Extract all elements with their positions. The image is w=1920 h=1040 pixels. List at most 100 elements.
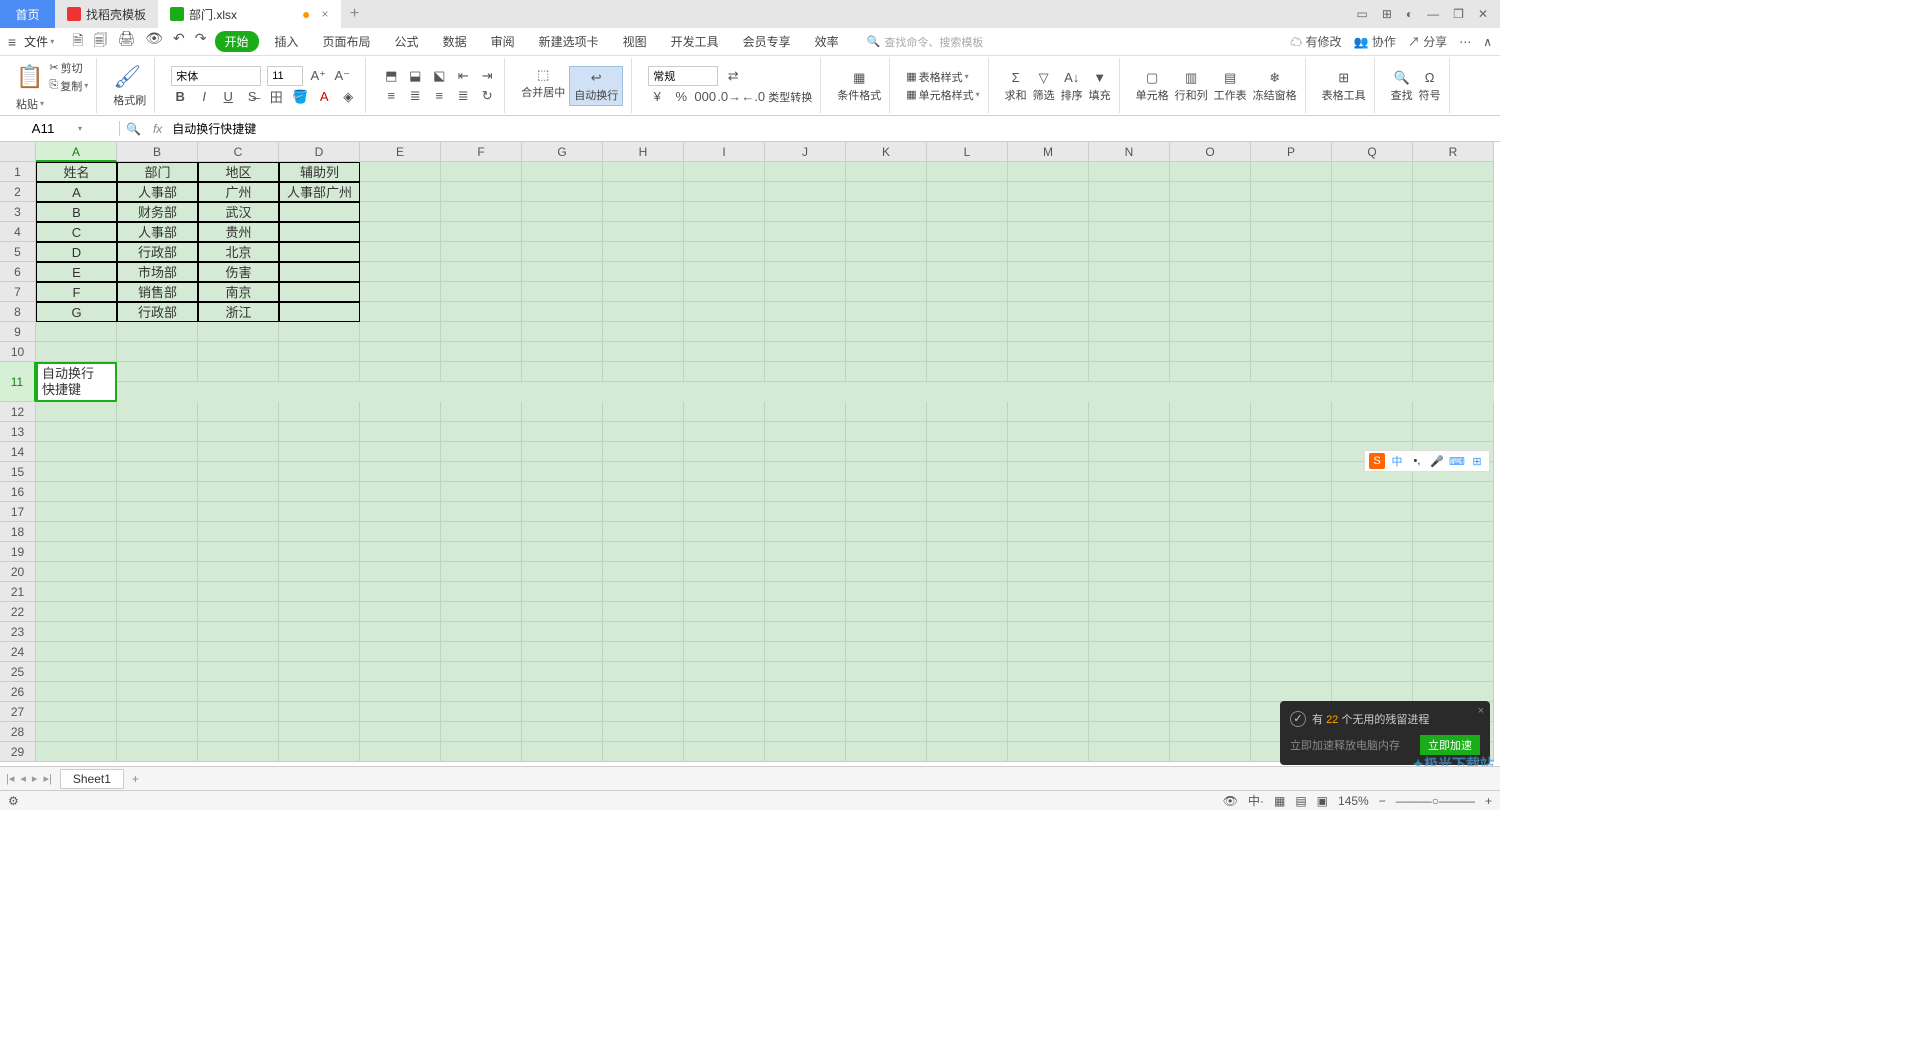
cell[interactable] xyxy=(1332,562,1413,582)
cell[interactable] xyxy=(846,322,927,342)
row-header[interactable]: 16 xyxy=(0,482,36,502)
redo-icon[interactable]: ↷ xyxy=(195,30,207,54)
col-header[interactable]: K xyxy=(846,142,927,162)
cell[interactable] xyxy=(846,422,927,442)
cell[interactable] xyxy=(1089,242,1170,262)
cell[interactable] xyxy=(198,742,279,762)
row-header[interactable]: 26 xyxy=(0,682,36,702)
cell[interactable] xyxy=(117,602,198,622)
cell[interactable] xyxy=(522,622,603,642)
cell[interactable] xyxy=(1413,402,1494,422)
cell[interactable] xyxy=(1251,582,1332,602)
cell[interactable] xyxy=(1008,602,1089,622)
cell[interactable] xyxy=(765,742,846,762)
cell[interactable] xyxy=(684,302,765,322)
cell[interactable] xyxy=(1332,582,1413,602)
symbol-icon[interactable]: Ω xyxy=(1421,69,1439,87)
cell[interactable] xyxy=(441,742,522,762)
cell[interactable] xyxy=(1332,482,1413,502)
cell[interactable] xyxy=(522,582,603,602)
cell[interactable] xyxy=(360,542,441,562)
cell[interactable] xyxy=(279,462,360,482)
find-label[interactable]: 查找 xyxy=(1391,87,1413,103)
cell[interactable] xyxy=(846,642,927,662)
cell[interactable] xyxy=(279,542,360,562)
row-header[interactable]: 22 xyxy=(0,602,36,622)
cell[interactable] xyxy=(684,522,765,542)
cell-style-button[interactable]: ▦ 单元格样式▾ xyxy=(906,87,979,103)
cell[interactable] xyxy=(522,182,603,202)
cell[interactable] xyxy=(1170,342,1251,362)
cell[interactable] xyxy=(522,422,603,442)
cell[interactable] xyxy=(1413,282,1494,302)
select-all-corner[interactable] xyxy=(0,142,36,162)
cell[interactable] xyxy=(36,642,117,662)
cell[interactable] xyxy=(684,622,765,642)
cell[interactable] xyxy=(1251,662,1332,682)
sheet-label[interactable]: 工作表 xyxy=(1214,87,1247,103)
cell[interactable] xyxy=(1332,402,1413,422)
ime-kbd-icon[interactable]: ⌨ xyxy=(1449,453,1465,469)
font-name-select[interactable] xyxy=(171,66,261,86)
cell[interactable] xyxy=(927,422,1008,442)
cell[interactable] xyxy=(1170,562,1251,582)
cell[interactable] xyxy=(117,422,198,442)
cell[interactable] xyxy=(1008,462,1089,482)
cell[interactable] xyxy=(684,742,765,762)
cell[interactable] xyxy=(360,502,441,522)
cell[interactable] xyxy=(927,602,1008,622)
cell[interactable] xyxy=(1332,662,1413,682)
cell[interactable] xyxy=(117,402,198,422)
maximize-icon[interactable]: ❐ xyxy=(1453,7,1464,21)
row-header[interactable]: 9 xyxy=(0,322,36,342)
row-header[interactable]: 20 xyxy=(0,562,36,582)
cell[interactable] xyxy=(198,602,279,622)
cell[interactable] xyxy=(360,282,441,302)
cell[interactable] xyxy=(36,442,117,462)
cell[interactable] xyxy=(441,442,522,462)
cell[interactable]: 南京 xyxy=(198,282,279,302)
cell[interactable]: 伤害 xyxy=(198,262,279,282)
cell[interactable] xyxy=(117,642,198,662)
cell[interactable]: D xyxy=(36,242,117,262)
save-icon[interactable]: 🗎 xyxy=(72,30,83,54)
cell[interactable] xyxy=(522,362,603,382)
preview-icon[interactable]: 👁 xyxy=(145,30,163,54)
cell[interactable] xyxy=(1008,422,1089,442)
cell[interactable] xyxy=(1413,182,1494,202)
cell[interactable] xyxy=(36,682,117,702)
cell[interactable] xyxy=(927,742,1008,762)
cell[interactable] xyxy=(36,582,117,602)
border-icon[interactable]: 田 xyxy=(267,88,285,106)
cell[interactable] xyxy=(927,502,1008,522)
cell[interactable] xyxy=(279,642,360,662)
cell[interactable] xyxy=(1089,742,1170,762)
cell[interactable] xyxy=(279,622,360,642)
cell[interactable] xyxy=(684,162,765,182)
cell[interactable] xyxy=(1089,422,1170,442)
orient-icon[interactable]: ↻ xyxy=(478,87,496,105)
merge-icon[interactable]: ⬚ xyxy=(534,66,552,84)
rowcol-label[interactable]: 行和列 xyxy=(1175,87,1208,103)
cell[interactable] xyxy=(1332,422,1413,442)
cell[interactable] xyxy=(927,282,1008,302)
cell[interactable] xyxy=(441,422,522,442)
cell[interactable]: A xyxy=(36,182,117,202)
cell[interactable] xyxy=(522,482,603,502)
cell[interactable] xyxy=(927,542,1008,562)
cell[interactable] xyxy=(846,222,927,242)
cell[interactable] xyxy=(360,402,441,422)
menu-eff[interactable]: 效率 xyxy=(807,33,847,50)
name-box-input[interactable] xyxy=(8,121,78,136)
cell[interactable] xyxy=(1332,342,1413,362)
cell[interactable] xyxy=(927,662,1008,682)
menu-new-tab[interactable]: 新建选项卡 xyxy=(531,33,607,50)
cell[interactable] xyxy=(1170,182,1251,202)
cell[interactable] xyxy=(684,602,765,622)
undo-icon[interactable]: ↶ xyxy=(173,30,185,54)
cell[interactable]: 人事部 xyxy=(117,182,198,202)
table-style-button[interactable]: ▦ 表格样式▾ xyxy=(906,69,979,85)
cell[interactable] xyxy=(1170,482,1251,502)
cell[interactable] xyxy=(603,482,684,502)
cell[interactable] xyxy=(1170,262,1251,282)
